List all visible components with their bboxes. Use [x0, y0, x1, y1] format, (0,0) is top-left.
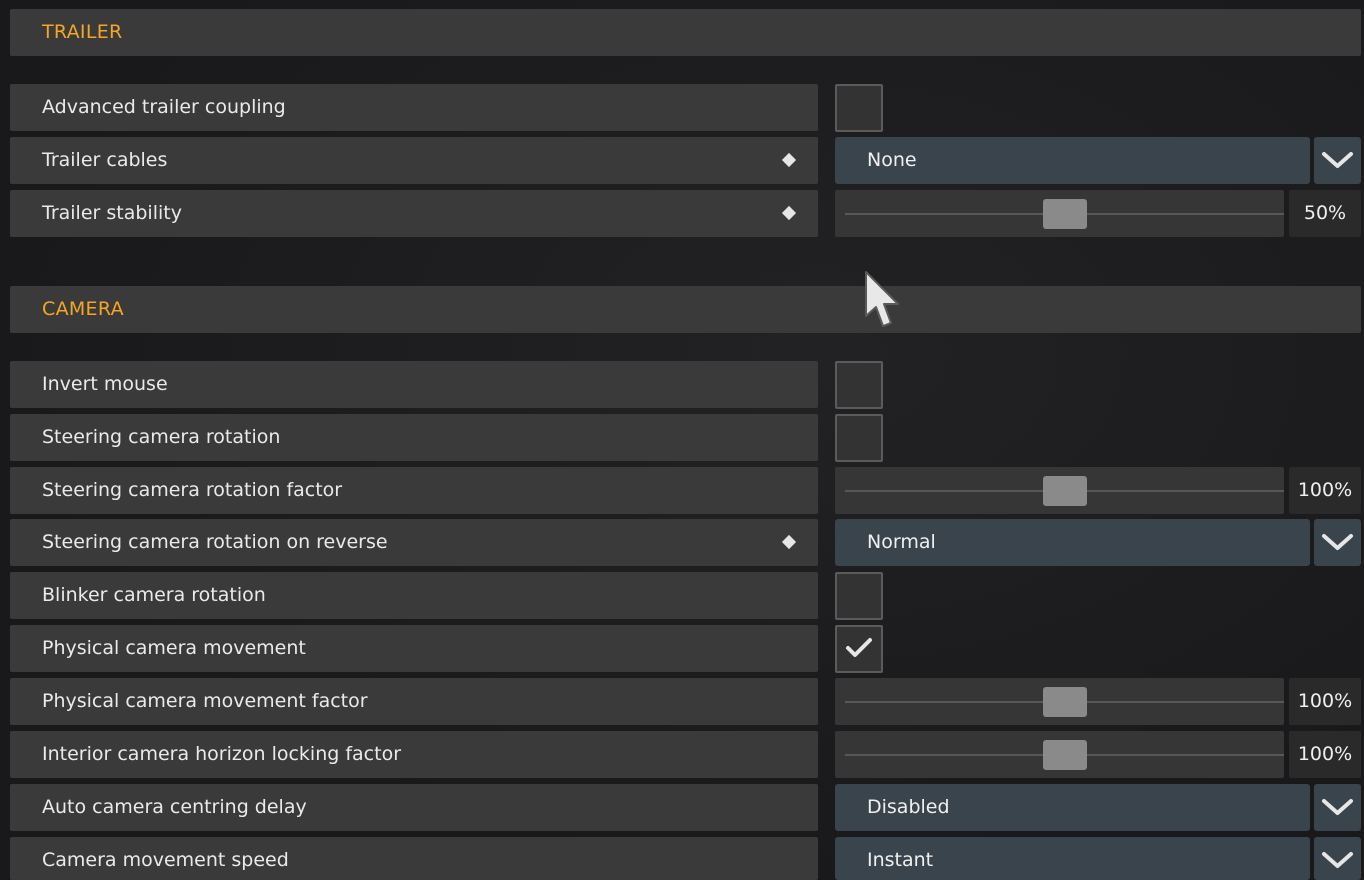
label-blinker-camera-rotation: Blinker camera rotation [42, 584, 266, 606]
slider-physical-camera-movement-factor[interactable] [835, 678, 1284, 725]
section-title-trailer: TRAILER [42, 21, 123, 43]
dropdown-value-trailer-cables: None [867, 149, 917, 171]
label-interior-camera-horizon-locking-factor: Interior camera horizon locking factor [42, 743, 402, 765]
row-label-advanced-trailer-coupling: Advanced trailer coupling [10, 84, 818, 131]
dropdown-camera-movement-speed[interactable]: Instant [835, 837, 1310, 880]
chevron-down-icon [1322, 799, 1353, 815]
slider-thumb[interactable] [1042, 687, 1087, 717]
checkbox-advanced-trailer-coupling[interactable] [835, 84, 883, 132]
slider-steering-camera-rotation-factor[interactable] [835, 467, 1284, 514]
dropdown-trailer-cables[interactable]: None [835, 137, 1310, 184]
row-label-invert-mouse: Invert mouse [10, 361, 818, 408]
slider-value-interior-camera-horizon-locking-factor: 100% [1289, 731, 1361, 778]
diamond-icon [781, 205, 797, 221]
row-label-physical-camera-movement: Physical camera movement [10, 625, 818, 672]
label-invert-mouse: Invert mouse [42, 373, 168, 395]
row-label-trailer-cables: Trailer cables [10, 137, 818, 184]
chevron-down-icon [1322, 152, 1353, 168]
row-label-trailer-stability: Trailer stability [10, 190, 818, 237]
row-label-auto-camera-centring-delay: Auto camera centring delay [10, 784, 818, 831]
dropdown-arrow-camera-movement-speed[interactable] [1314, 837, 1361, 880]
label-trailer-stability: Trailer stability [42, 202, 182, 224]
label-physical-camera-movement: Physical camera movement [42, 637, 306, 659]
slider-thumb[interactable] [1042, 199, 1087, 229]
dropdown-arrow-auto-camera-centring-delay[interactable] [1314, 784, 1361, 831]
section-header-trailer: TRAILER [10, 9, 1361, 56]
label-steering-camera-rotation: Steering camera rotation [42, 426, 281, 448]
mouse-cursor-icon [864, 270, 900, 336]
section-title-camera: CAMERA [42, 298, 124, 320]
dropdown-steering-camera-rotation-on-reverse[interactable]: Normal [835, 519, 1310, 566]
checkbox-physical-camera-movement[interactable] [835, 625, 883, 673]
row-label-camera-movement-speed: Camera movement speed [10, 837, 818, 880]
slider-value-steering-camera-rotation-factor: 100% [1289, 467, 1361, 514]
dropdown-arrow-steering-camera-rotation-on-reverse[interactable] [1314, 519, 1361, 566]
row-label-steering-camera-rotation: Steering camera rotation [10, 414, 818, 461]
label-auto-camera-centring-delay: Auto camera centring delay [42, 796, 307, 818]
diamond-icon [781, 152, 797, 168]
label-steering-camera-rotation-on-reverse: Steering camera rotation on reverse [42, 531, 388, 553]
row-label-physical-camera-movement-factor: Physical camera movement factor [10, 678, 818, 725]
settings-panel: TRAILER Advanced trailer coupling Traile… [0, 0, 1364, 880]
checkbox-blinker-camera-rotation[interactable] [835, 572, 883, 620]
label-advanced-trailer-coupling: Advanced trailer coupling [42, 96, 286, 118]
dropdown-value-camera-movement-speed: Instant [867, 849, 934, 871]
section-header-camera: CAMERA [10, 286, 1361, 333]
dropdown-arrow-trailer-cables[interactable] [1314, 137, 1361, 184]
checkbox-steering-camera-rotation[interactable] [835, 414, 883, 462]
diamond-icon [781, 534, 797, 550]
row-label-steering-camera-rotation-factor: Steering camera rotation factor [10, 467, 818, 514]
label-trailer-cables: Trailer cables [42, 149, 168, 171]
dropdown-value-steering-camera-rotation-on-reverse: Normal [867, 531, 936, 553]
label-physical-camera-movement-factor: Physical camera movement factor [42, 690, 368, 712]
label-camera-movement-speed: Camera movement speed [42, 849, 289, 871]
chevron-down-icon [1322, 852, 1353, 868]
row-label-steering-camera-rotation-on-reverse: Steering camera rotation on reverse [10, 519, 818, 566]
slider-value-physical-camera-movement-factor: 100% [1289, 678, 1361, 725]
slider-thumb[interactable] [1042, 740, 1087, 770]
dropdown-auto-camera-centring-delay[interactable]: Disabled [835, 784, 1310, 831]
checkbox-invert-mouse[interactable] [835, 361, 883, 409]
check-icon [846, 638, 872, 657]
row-label-blinker-camera-rotation: Blinker camera rotation [10, 572, 818, 619]
row-label-interior-camera-horizon-locking-factor: Interior camera horizon locking factor [10, 731, 818, 778]
slider-trailer-stability[interactable] [835, 190, 1284, 237]
label-steering-camera-rotation-factor: Steering camera rotation factor [42, 479, 343, 501]
chevron-down-icon [1322, 534, 1353, 550]
slider-thumb[interactable] [1042, 476, 1087, 506]
slider-interior-camera-horizon-locking-factor[interactable] [835, 731, 1284, 778]
dropdown-value-auto-camera-centring-delay: Disabled [867, 796, 950, 818]
slider-value-trailer-stability: 50% [1289, 190, 1361, 237]
